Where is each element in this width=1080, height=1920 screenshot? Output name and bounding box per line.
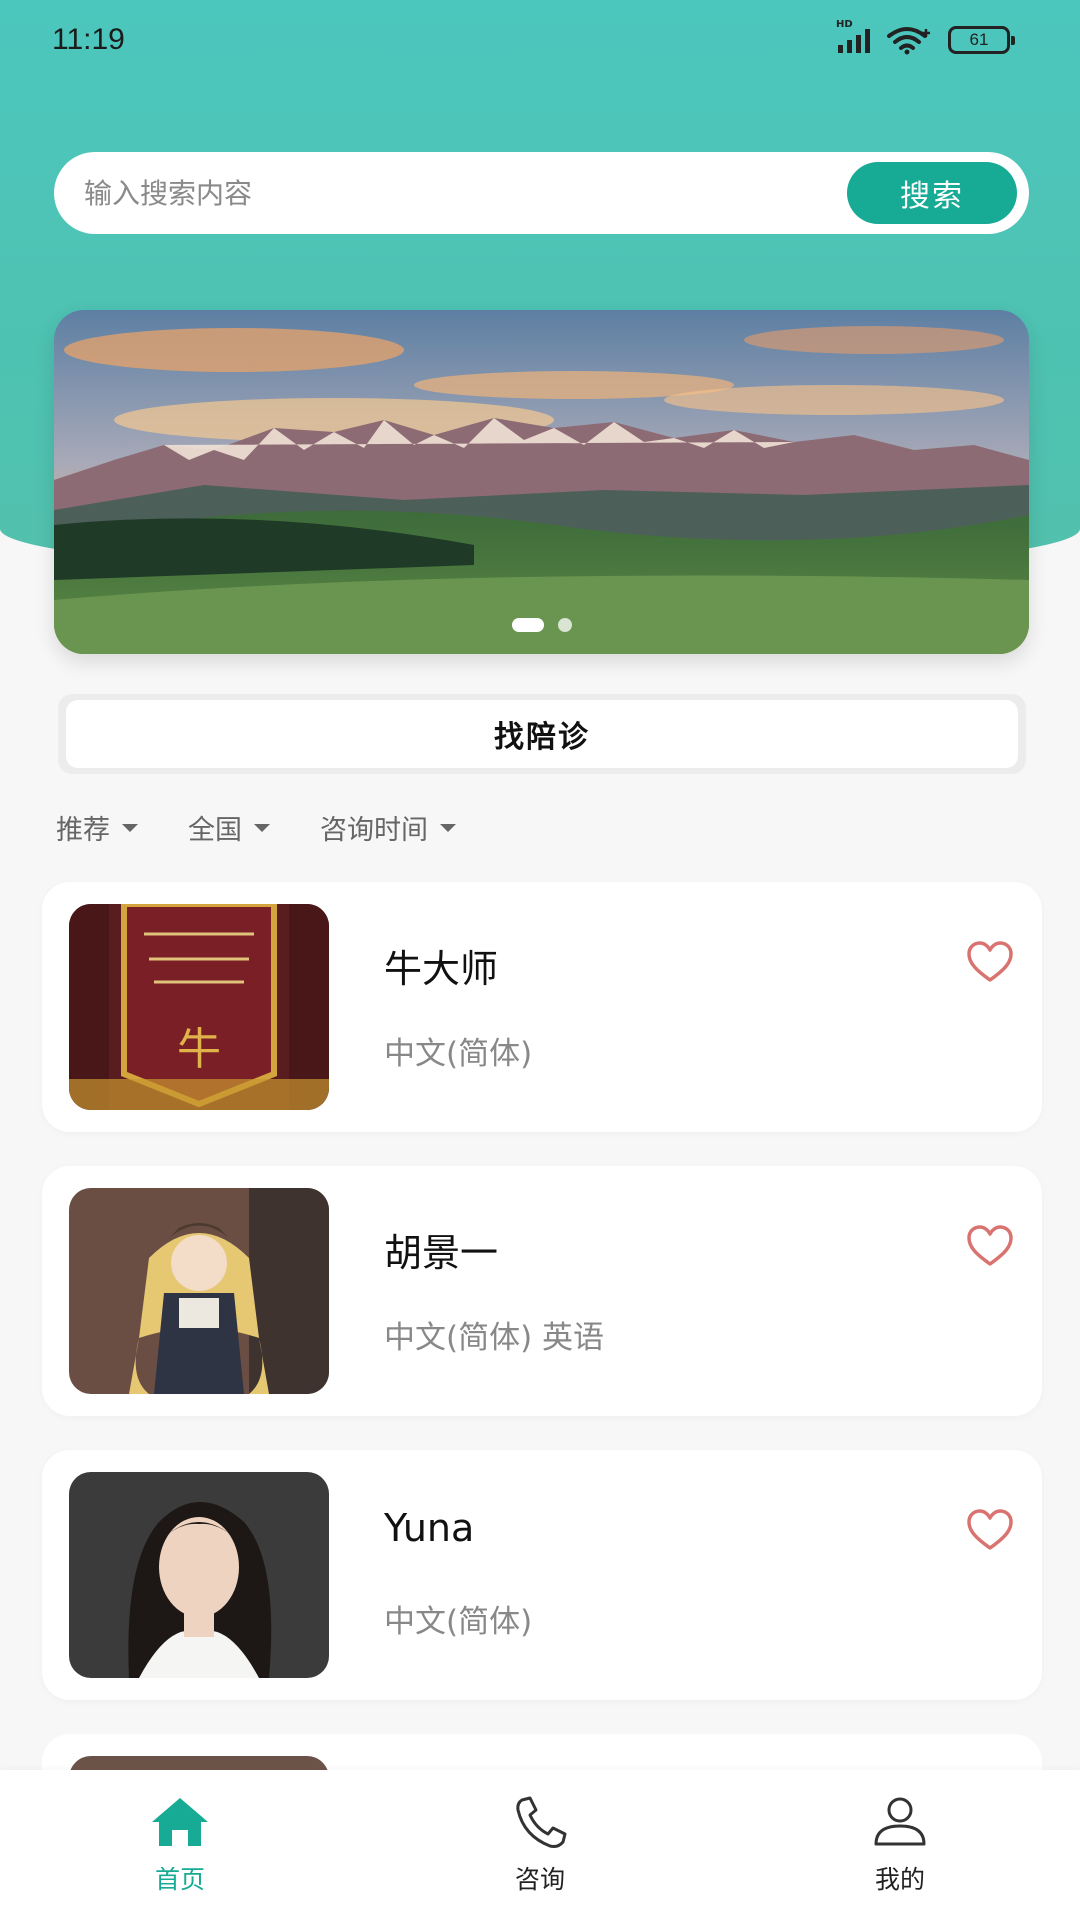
battery-icon: 61 xyxy=(948,26,1015,54)
find-companion-button[interactable]: 找陪诊 xyxy=(66,700,1018,768)
signal-hd-label: HD xyxy=(836,19,853,30)
carousel-indicator xyxy=(54,618,1029,632)
tab-home[interactable]: 首页 xyxy=(0,1794,360,1896)
search-input[interactable] xyxy=(84,176,847,210)
woman-portrait-photo xyxy=(69,1472,329,1678)
heart-outline-icon[interactable] xyxy=(966,1508,1014,1552)
filter-region[interactable]: 全国 xyxy=(188,808,270,847)
caret-down-icon xyxy=(254,823,270,832)
find-companion-container: 找陪诊 xyxy=(58,694,1026,774)
heart-outline-icon[interactable] xyxy=(966,1224,1014,1268)
filter-recommended[interactable]: 推荐 xyxy=(56,808,138,847)
status-icons: HD 61 xyxy=(836,19,1015,55)
companion-photo xyxy=(69,1472,329,1678)
companion-card[interactable]: Yuna 中文(简体) xyxy=(42,1450,1042,1700)
companion-card[interactable]: 胡景一 中文(简体) 英语 xyxy=(42,1166,1042,1416)
status-time: 11:19 xyxy=(52,23,125,56)
carousel-dot[interactable] xyxy=(557,618,572,632)
companion-card[interactable]: 牛 牛大师 中文(简体) xyxy=(42,882,1042,1132)
filter-bar: 推荐 全国 咨询时间 xyxy=(56,808,456,847)
filter-label: 全国 xyxy=(188,815,242,846)
tab-label: 首页 xyxy=(154,1865,205,1894)
heart-outline-icon[interactable] xyxy=(966,940,1014,984)
tab-label: 咨询 xyxy=(514,1865,565,1894)
companion-list: 牛 牛大师 中文(简体) 胡景一 中文(简体) 英语 Yuna 中文(简体) xyxy=(42,882,1042,1734)
companion-name: Yuna xyxy=(384,1506,475,1550)
filter-label: 咨询时间 xyxy=(320,815,428,846)
carousel-dot-active[interactable] xyxy=(511,618,544,632)
filter-label: 推荐 xyxy=(56,815,110,846)
search-bar: 搜索 xyxy=(54,152,1029,234)
user-icon xyxy=(874,1797,926,1846)
anime-character-figure-photo xyxy=(69,1188,329,1394)
tab-label: 我的 xyxy=(874,1865,925,1894)
companion-languages: 中文(简体) xyxy=(384,1604,533,1640)
svg-text:牛: 牛 xyxy=(177,1024,221,1075)
battery-level: 61 xyxy=(969,30,989,49)
companion-languages: 中文(简体) xyxy=(384,1036,533,1072)
home-icon xyxy=(152,1798,208,1846)
search-button[interactable]: 搜索 xyxy=(847,162,1017,224)
companion-languages: 中文(简体) 英语 xyxy=(384,1320,605,1356)
banner-carousel[interactable] xyxy=(54,310,1029,654)
tab-consult[interactable]: 咨询 xyxy=(360,1794,720,1896)
red-pennant-banner-photo: 牛 xyxy=(69,904,329,1110)
companion-photo xyxy=(69,1188,329,1394)
mountain-landscape-photo xyxy=(54,310,1029,654)
filter-consult-time[interactable]: 咨询时间 xyxy=(320,808,456,847)
status-bar: 11:19 HD 61 xyxy=(0,0,1080,80)
phone-icon xyxy=(516,1796,567,1848)
cellular-signal-icon: HD xyxy=(836,19,870,53)
companion-photo: 牛 xyxy=(69,904,329,1110)
companion-name: 胡景一 xyxy=(384,1231,499,1275)
companion-name: 牛大师 xyxy=(384,947,499,991)
caret-down-icon xyxy=(122,823,138,832)
bottom-tab-bar: 首页 咨询 我的 xyxy=(0,1770,1080,1920)
wifi-icon xyxy=(887,27,930,55)
caret-down-icon xyxy=(440,823,456,832)
tab-mine[interactable]: 我的 xyxy=(720,1794,1080,1896)
